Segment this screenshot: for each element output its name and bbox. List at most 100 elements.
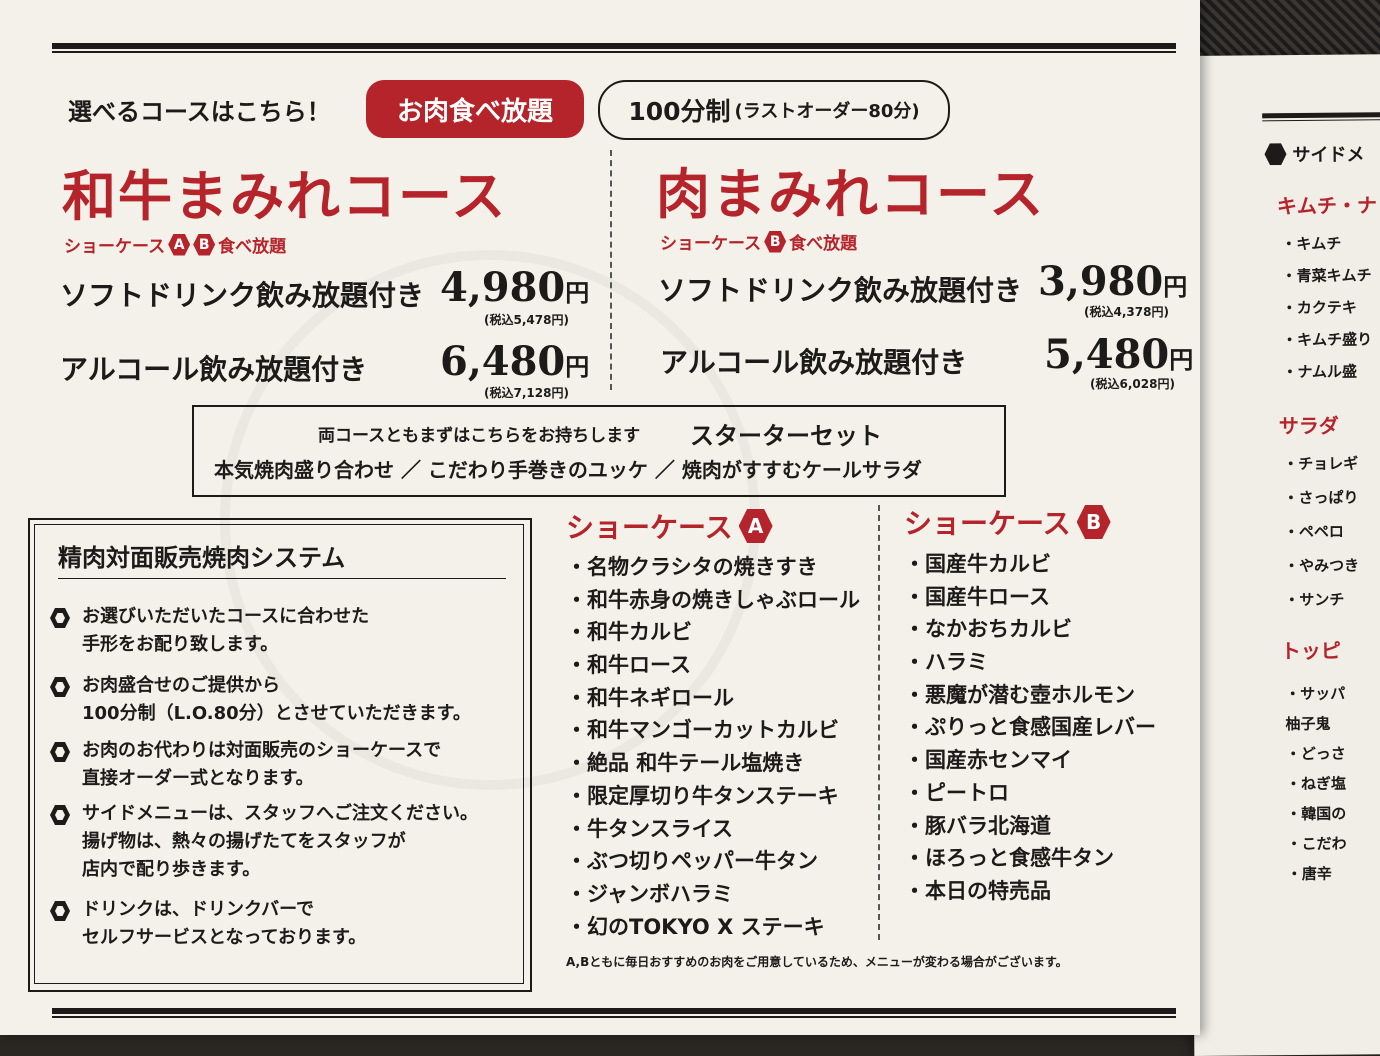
duration-badge: 100分制 (ラストオーダー80分) <box>598 80 950 140</box>
side-category-title: サラダ <box>1278 413 1339 439</box>
list-item: ・ぷりっと食感国産レバー <box>904 715 1156 740</box>
system-item: サイドメニューは、スタッフへご注文ください。 揚げ物は、熱々の揚げたてをスタッフ… <box>50 800 478 884</box>
side-list-item: 柚子鬼 <box>1285 714 1331 734</box>
list-item: ・豚バラ北海道 <box>904 813 1051 838</box>
list-item: ・ほろっと食感牛タン <box>904 846 1114 871</box>
top-rule <box>52 43 1176 53</box>
system-title-rule <box>58 578 506 579</box>
list-item: ・和牛ロース <box>566 653 691 678</box>
list-item: ・ハラミ <box>904 650 988 675</box>
duration-main: 100分制 <box>628 97 731 126</box>
price-label: ソフトドリンク飲み放題付き <box>60 279 425 312</box>
list-item: ・絶品 和牛テール塩焼き <box>566 751 805 776</box>
side-list-item: ・キムチ盛り <box>1282 330 1373 350</box>
hexagon-bullet-icon <box>50 805 70 825</box>
side-list-item: ・カクテキ <box>1281 298 1357 318</box>
system-item: お肉のお代わりは対面販売のショーケースで 直接オーダー式となります。 <box>50 737 441 793</box>
side-page-heading: サイドメ <box>1264 140 1365 167</box>
list-item: ・本日の特売品 <box>904 878 1051 903</box>
system-item: お選びいただいたコースに合わせた 手形をお配り致します。 <box>50 603 369 659</box>
price-value: 3,980円 <box>1038 258 1188 305</box>
course-title: 和牛まみれコース <box>62 164 508 228</box>
side-list-item: ・サッパ <box>1285 684 1346 704</box>
course-intro: 選べるコースはこちら！ <box>68 98 331 126</box>
hexagon-bullet-icon <box>50 608 70 628</box>
system-item: ドリンクは、ドリンクバーで セルフサービスとなっております。 <box>50 896 366 952</box>
all-you-can-eat-badge: お肉食べ放題 <box>366 80 584 138</box>
badge-b-icon: B <box>764 230 787 253</box>
list-item: ・和牛ネギロール <box>566 685 734 710</box>
badge-b-icon: B <box>193 233 216 256</box>
list-item: ・国産牛ロース <box>904 584 1050 609</box>
side-list-item: ・ナムル盛 <box>1282 362 1358 382</box>
menu-page: 選べるコースはこちら！ お肉食べ放題 100分制 (ラストオーダー80分) 和牛… <box>0 0 1200 1035</box>
tax-included-price: (税込4,378円) <box>1084 305 1169 319</box>
side-list-item: ・青菜キムチ <box>1281 266 1372 286</box>
hexagon-bullet-icon <box>50 742 70 762</box>
side-list-item: ・サンチ <box>1284 590 1345 610</box>
list-item: ・国産赤センマイ <box>904 748 1072 773</box>
list-item: ・限定厚切り牛タンステーキ <box>566 783 839 808</box>
hexagon-bullet-icon <box>50 901 70 921</box>
list-item: ・なかおちカルビ <box>904 617 1072 642</box>
list-item: ・幻のTOKYO X ステーキ <box>566 914 825 939</box>
starter-intro: 両コースともまずはこちらをお持ちします <box>318 426 641 446</box>
showcase-b-heading: ショーケース B <box>904 502 1111 542</box>
tax-included-price: (税込7,128円) <box>484 386 569 400</box>
tax-included-price: (税込5,478円) <box>484 313 569 327</box>
list-item: ・牛タンスライス <box>566 816 733 841</box>
list-item: ・和牛マンゴーカットカルビ <box>566 718 839 743</box>
side-list-item: ・さっぱり <box>1283 488 1359 508</box>
showcase-a-heading: ショーケース A <box>566 506 773 546</box>
side-list-item: ・ペペロ <box>1283 522 1344 542</box>
price-label: アルコール飲み放題付き <box>660 346 968 379</box>
course-divider <box>610 150 612 390</box>
showcase-divider <box>878 505 880 940</box>
duration-sub: (ラストオーダー80分) <box>734 101 920 122</box>
tax-included-price: (税込6,028円) <box>1090 377 1175 391</box>
side-list-item: ・唐辛 <box>1286 864 1332 884</box>
list-item: ・国産牛カルビ <box>904 552 1051 576</box>
table-texture <box>1180 0 1380 60</box>
bottom-rule <box>52 1008 1176 1018</box>
system-title: 精肉対面販売焼肉システム <box>58 544 346 572</box>
side-category-title: トッピ <box>1280 638 1341 664</box>
side-category-title: キムチ・ナ <box>1276 193 1378 219</box>
side-list-item: ・やみつき <box>1284 556 1360 576</box>
side-menu-page: サイドメ キムチ・ナ・キムチ・青菜キムチ ・カクテキ・キムチ盛り ・ナムル盛サラダ・… <box>1185 54 1380 1056</box>
price-label: ソフトドリンク飲み放題付き <box>658 274 1023 307</box>
course-title: 肉まみれコース <box>656 162 1046 226</box>
list-item: ・和牛赤身の焼きしゃぶロール <box>566 587 860 612</box>
starter-items: 本気焼肉盛り合わせ ／ こだわり手巻きのユッケ ／ 焼肉がすすむケールサラダ <box>214 458 922 482</box>
starter-title: スターターセット <box>690 422 882 450</box>
showcase-a-list: ・名物クラシタの焼きすき・和牛赤身の焼きしゃぶロール ・和牛カルビ ・和牛ロース・和… <box>566 551 860 943</box>
list-item: ・和牛カルビ <box>566 620 692 645</box>
price-value: 6,480円 <box>440 338 590 385</box>
side-list-item: ・韓国の <box>1286 804 1347 824</box>
list-item: ・ジャンボハラミ <box>566 881 733 906</box>
price-value: 5,480円 <box>1044 331 1194 378</box>
side-list-item: ・こだわ <box>1286 834 1347 854</box>
badge-b-icon: B <box>1076 505 1111 539</box>
list-item: ・ピートロ <box>904 780 1009 805</box>
system-item: お肉盛合せのご提供から 100分制（L.O.80分）とさせていただきます。 <box>50 672 471 728</box>
side-list-item: ・ねぎ塩 <box>1285 774 1347 794</box>
price-value: 4,980円 <box>440 264 590 311</box>
side-page-rule <box>1262 112 1380 122</box>
price-label: アルコール飲み放題付き <box>60 353 368 386</box>
list-item: ・悪魔が潜む壺ホルモン <box>904 682 1135 707</box>
side-list-item: ・キムチ <box>1281 234 1342 254</box>
side-list-item: ・どっさ <box>1285 744 1346 764</box>
hexagon-bullet-icon <box>50 677 70 697</box>
badge-a-icon: A <box>168 233 191 256</box>
showcase-b-list: ・国産牛カルビ ・国産牛ロース ・なかおちカルビ ・ハラミ・悪魔が潜む壺ホルモン ・ぷり… <box>904 548 1156 908</box>
list-item: ・名物クラシタの焼きすき <box>566 555 818 579</box>
hexagon-bullet-icon <box>1264 143 1286 165</box>
course-showcase-line: ショーケース B 食べ放題 <box>660 229 857 254</box>
starter-set-box <box>192 405 1006 497</box>
side-list-item: ・チョレギ <box>1283 454 1359 474</box>
badge-a-icon: A <box>738 509 773 543</box>
list-item: ・ぶつ切りペッパー牛タン <box>566 849 818 874</box>
course-showcase-line: ショーケース A B 食べ放題 <box>64 232 286 257</box>
footnote: A,Bともに毎日おすすめのお肉をご用意しているため、メニューが変わる場合がござい… <box>566 955 1068 969</box>
